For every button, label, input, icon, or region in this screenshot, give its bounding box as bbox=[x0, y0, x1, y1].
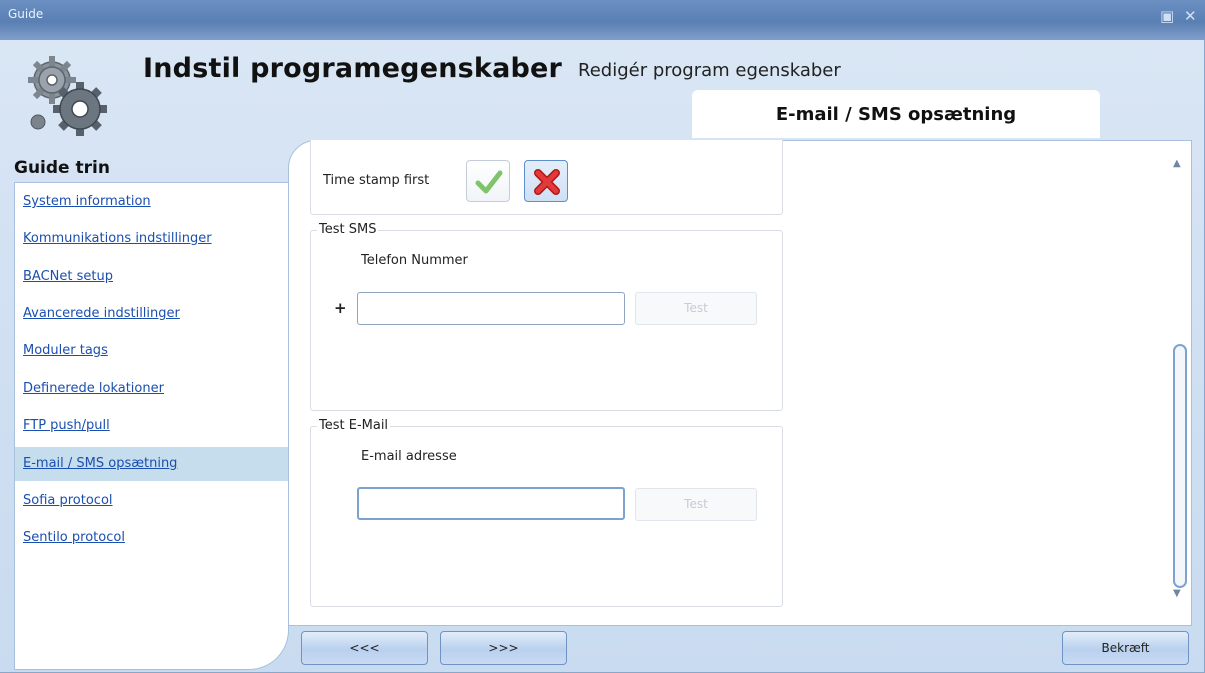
test-sms-legend: Test SMS bbox=[317, 222, 379, 237]
gears-icon bbox=[28, 56, 107, 136]
scroll-down-icon[interactable]: ▼ bbox=[1173, 588, 1181, 599]
sidebar-item-kommunikations-indstillinger[interactable]: Kommunikations indstillinger bbox=[15, 222, 288, 256]
time-stamp-group: Time stamp first bbox=[310, 140, 783, 215]
window-title: Guide bbox=[8, 7, 44, 21]
content-scrollbar[interactable]: ▲ ▼ bbox=[1170, 152, 1190, 606]
title-bar: Guide ▣ ✕ bbox=[0, 0, 1205, 40]
phone-number-input[interactable] bbox=[357, 292, 625, 325]
next-button[interactable]: >>> bbox=[440, 631, 567, 665]
red-x-icon bbox=[534, 169, 560, 195]
sidebar-item-moduler-tags[interactable]: Moduler tags bbox=[15, 334, 288, 368]
scroll-thumb[interactable] bbox=[1173, 344, 1187, 588]
back-button[interactable]: <<< bbox=[301, 631, 428, 665]
close-icon[interactable]: ✕ bbox=[1184, 9, 1197, 24]
sidebar-item-sentilo-protocol[interactable]: Sentilo protocol bbox=[15, 521, 288, 555]
page-subtitle: Redigér program egenskaber bbox=[578, 60, 841, 81]
sidebar: System information Kommunikations indsti… bbox=[14, 182, 289, 670]
sidebar-item-avancerede-indstillinger[interactable]: Avancerede indstillinger bbox=[15, 297, 288, 331]
sidebar-item-email-sms[interactable]: E-mail / SMS opsætning bbox=[15, 447, 288, 481]
email-address-input[interactable] bbox=[357, 487, 625, 520]
sidebar-item-ftp-push-pull[interactable]: FTP push/pull bbox=[15, 409, 288, 443]
confirm-button[interactable]: Bekræft bbox=[1062, 631, 1189, 665]
maximize-icon[interactable]: ▣ bbox=[1160, 9, 1174, 24]
sidebar-item-bacnet-setup[interactable]: BACNet setup bbox=[15, 260, 288, 294]
scroll-up-icon[interactable]: ▲ bbox=[1173, 158, 1181, 169]
tab-label: E-mail / SMS opsætning bbox=[775, 104, 1017, 125]
time-stamp-yes-button[interactable] bbox=[466, 160, 510, 202]
phone-number-label: Telefon Nummer bbox=[361, 253, 468, 268]
checkmark-icon bbox=[475, 170, 503, 194]
sidebar-item-system-information[interactable]: System information bbox=[15, 185, 288, 219]
sidebar-item-sofia-protocol[interactable]: Sofia protocol bbox=[15, 484, 288, 518]
time-stamp-no-button[interactable] bbox=[524, 160, 568, 202]
test-sms-button[interactable]: Test bbox=[635, 292, 757, 325]
tab-email-sms[interactable]: E-mail / SMS opsætning bbox=[692, 90, 1100, 138]
test-sms-group: Test SMS Telefon Nummer + Test bbox=[310, 222, 783, 411]
test-email-button[interactable]: Test bbox=[635, 488, 757, 521]
phone-prefix: + bbox=[334, 299, 347, 317]
sidebar-item-definerede-lokationer[interactable]: Definerede lokationer bbox=[15, 372, 288, 406]
page-title: Indstil programegenskaber bbox=[143, 53, 563, 84]
test-email-group: Test E-Mail E-mail adresse Test bbox=[310, 418, 783, 607]
guide-window: Guide ▣ ✕ Indstil programegenskaber Redi… bbox=[0, 0, 1205, 673]
sidebar-heading: Guide trin bbox=[14, 158, 110, 178]
email-address-label: E-mail adresse bbox=[361, 449, 457, 464]
time-stamp-label: Time stamp first bbox=[323, 173, 430, 188]
test-email-legend: Test E-Mail bbox=[317, 418, 391, 433]
